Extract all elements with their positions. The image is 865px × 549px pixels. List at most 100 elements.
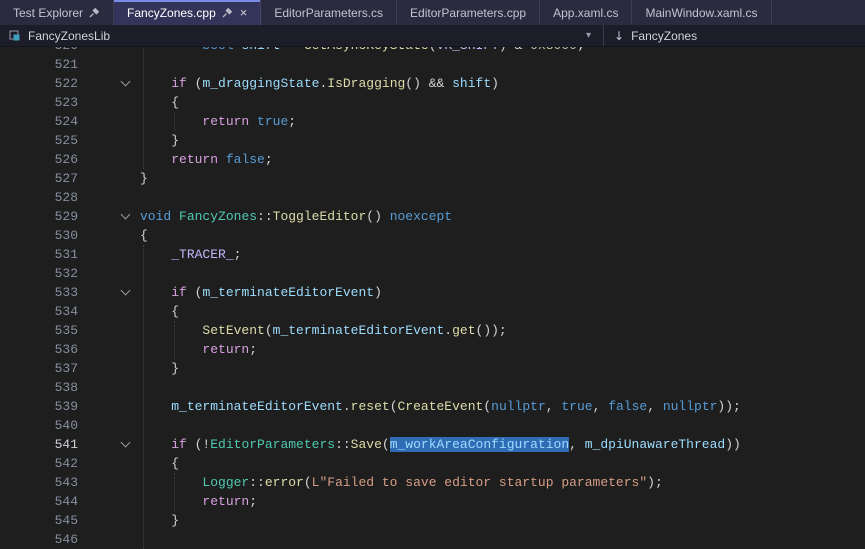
code-line: 546 [0, 530, 865, 549]
vs-editor-window: Test Explorer FancyZones.cpp × EditorParame… [0, 0, 865, 549]
line-number: 520 [0, 47, 78, 55]
code-line: 540 [0, 416, 865, 435]
line-number: 536 [0, 340, 78, 359]
line-number: 529 [0, 207, 78, 226]
line-number: 545 [0, 511, 78, 530]
line-number: 533 [0, 283, 78, 302]
code-line: 537 } [0, 359, 865, 378]
line-number: 546 [0, 530, 78, 549]
member-dropdown-label: FancyZones [631, 29, 697, 43]
code-text: } [140, 511, 179, 530]
code-line: 538 [0, 378, 865, 397]
code-text: return; [140, 492, 257, 511]
line-number: 538 [0, 378, 78, 397]
code-editor[interactable]: 520 bool shift = GetAsyncKeyState(VK_SHI… [0, 47, 865, 549]
code-line: 531 _TRACER_; [0, 245, 865, 264]
code-line: 528 [0, 188, 865, 207]
down-arrow-icon: ↓ [614, 29, 624, 43]
line-number: 539 [0, 397, 78, 416]
tab-fancyzones-cpp[interactable]: FancyZones.cpp × [114, 0, 261, 25]
code-line: 541 if (!EditorParameters::Save(m_workAr… [0, 435, 865, 454]
line-number: 528 [0, 188, 78, 207]
line-number: 530 [0, 226, 78, 245]
document-tab-bar: Test Explorer FancyZones.cpp × EditorParame… [0, 0, 865, 25]
code-line: 521 [0, 55, 865, 74]
code-text: if (m_draggingState.IsDragging() && shif… [140, 74, 499, 93]
code-line: 527} [0, 169, 865, 188]
code-line: 530 { [0, 226, 865, 245]
code-line: 533 if (m_terminateEditorEvent) [0, 283, 865, 302]
code-line: 523 { [0, 93, 865, 112]
code-text: if (!EditorParameters::Save(m_workAreaCo… [140, 435, 741, 454]
code-text: } [140, 131, 179, 150]
line-number: 531 [0, 245, 78, 264]
code-line: 542 { [0, 454, 865, 473]
code-line: 544 return; [0, 492, 865, 511]
tab-label: Test Explorer [13, 6, 83, 20]
code-text: { [140, 226, 148, 245]
code-line: 545 } [0, 511, 865, 530]
line-number: 524 [0, 112, 78, 131]
pin-icon[interactable] [89, 7, 100, 18]
code-text: SetEvent(m_terminateEditorEvent.get()); [140, 321, 507, 340]
tab-label: MainWindow.xaml.cs [645, 6, 757, 20]
line-number: 523 [0, 93, 78, 112]
tab-label: App.xaml.cs [553, 6, 618, 20]
code-text: { [140, 454, 179, 473]
line-number: 532 [0, 264, 78, 283]
code-line: 522 if (m_draggingState.IsDragging() && … [0, 74, 865, 93]
code-text: if (m_terminateEditorEvent) [140, 283, 382, 302]
code-text: m_terminateEditorEvent.reset(CreateEvent… [140, 397, 741, 416]
navigation-bar: FancyZonesLib ▾ ↓ FancyZones [0, 25, 865, 47]
code-text: } [140, 169, 148, 188]
project-dropdown[interactable]: FancyZonesLib ▾ [0, 25, 604, 46]
line-number: 537 [0, 359, 78, 378]
tab-label: EditorParameters.cpp [410, 6, 526, 20]
tab-editorparameters-cs[interactable]: EditorParameters.cs [261, 0, 397, 25]
code-line: 539 m_terminateEditorEvent.reset(CreateE… [0, 397, 865, 416]
line-number: 542 [0, 454, 78, 473]
pin-icon[interactable] [222, 7, 233, 18]
line-number: 535 [0, 321, 78, 340]
line-number: 540 [0, 416, 78, 435]
close-icon[interactable]: × [240, 6, 248, 19]
code-text: { [140, 93, 179, 112]
code-line: 526 return false; [0, 150, 865, 169]
fold-chevron-icon[interactable] [113, 435, 137, 454]
line-number: 541 [0, 435, 78, 454]
code-text: } [140, 359, 179, 378]
tab-mainwindow-xaml-cs[interactable]: MainWindow.xaml.cs [632, 0, 771, 25]
code-line: 543 Logger::error(L"Failed to save edito… [0, 473, 865, 492]
code-text: Logger::error(L"Failed to save editor st… [140, 473, 663, 492]
project-dropdown-label: FancyZonesLib [28, 29, 110, 43]
member-dropdown[interactable]: ↓ FancyZones [604, 25, 865, 46]
fold-chevron-icon[interactable] [113, 207, 137, 226]
project-icon [8, 29, 21, 42]
line-number: 534 [0, 302, 78, 321]
line-number: 526 [0, 150, 78, 169]
line-number: 543 [0, 473, 78, 492]
line-number: 522 [0, 74, 78, 93]
fold-chevron-icon[interactable] [113, 283, 137, 302]
chevron-down-icon[interactable]: ▾ [586, 30, 591, 41]
tab-app-xaml-cs[interactable]: App.xaml.cs [540, 0, 632, 25]
code-text: void FancyZones::ToggleEditor() noexcept [140, 207, 452, 226]
tab-editorparameters-cpp[interactable]: EditorParameters.cpp [397, 0, 540, 25]
code-line: 524 return true; [0, 112, 865, 131]
code-text: bool shift = GetAsyncKeyState(VK_SHIFT) … [140, 47, 585, 55]
code-line: 535 SetEvent(m_terminateEditorEvent.get(… [0, 321, 865, 340]
line-number: 525 [0, 131, 78, 150]
code-line: 532 [0, 264, 865, 283]
code-line: 536 return; [0, 340, 865, 359]
code-text: return false; [140, 150, 273, 169]
code-line: 534 { [0, 302, 865, 321]
line-number: 527 [0, 169, 78, 188]
code-text: return; [140, 340, 257, 359]
fold-chevron-icon[interactable] [113, 74, 137, 93]
tab-label: FancyZones.cpp [127, 6, 216, 20]
tab-label: EditorParameters.cs [274, 6, 383, 20]
code-line: 529 void FancyZones::ToggleEditor() noexc… [0, 207, 865, 226]
code-text: { [140, 302, 179, 321]
tab-test-explorer[interactable]: Test Explorer [0, 0, 114, 25]
code-text: _TRACER_; [140, 245, 241, 264]
